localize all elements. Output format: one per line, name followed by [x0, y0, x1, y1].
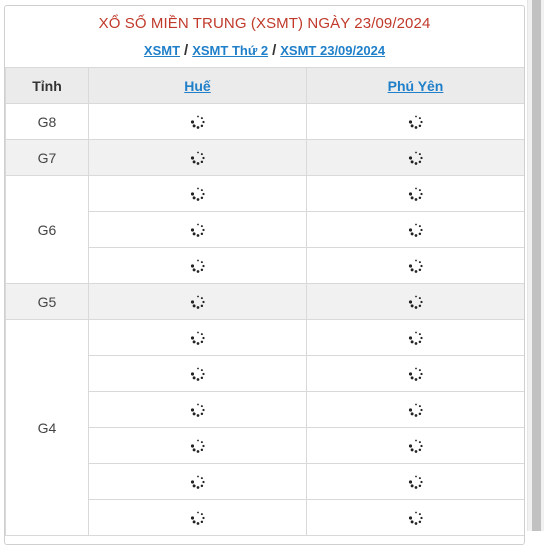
breadcrumb-link-xsmt-thu-2[interactable]: XSMT Thứ 2 — [192, 43, 268, 58]
loading-spinner-icon — [190, 365, 206, 381]
loading-spinner-icon — [190, 329, 206, 345]
loading-spinner-icon — [408, 149, 424, 165]
result-cell — [306, 139, 524, 176]
table-row: G6 — [5, 175, 524, 284]
vertical-scrollbar[interactable] — [527, 0, 544, 531]
loading-spinner-icon — [408, 437, 424, 453]
result-cell — [88, 283, 307, 320]
loading-spinner-icon — [190, 149, 206, 165]
loading-spinner-icon — [408, 221, 424, 237]
result-cell — [306, 175, 524, 212]
result-cell — [88, 463, 307, 500]
loading-spinner-icon — [408, 365, 424, 381]
prize-label: G6 — [5, 175, 89, 284]
loading-spinner-icon — [190, 293, 206, 309]
loading-spinner-icon — [190, 473, 206, 489]
column-header-hue: Huế — [88, 67, 307, 104]
result-cell — [306, 499, 524, 536]
loading-spinner-icon — [408, 509, 424, 525]
scrollbar-thumb[interactable] — [532, 0, 541, 531]
result-cell — [306, 319, 524, 356]
column-header-phu-yen: Phú Yên — [306, 67, 524, 104]
loading-spinner-icon — [190, 401, 206, 417]
loading-spinner-icon — [190, 257, 206, 273]
loading-spinner-icon — [190, 221, 206, 237]
loading-spinner-icon — [408, 329, 424, 345]
result-cell — [306, 103, 524, 140]
prize-label: G5 — [5, 283, 89, 320]
table-row: G7 — [5, 139, 524, 176]
breadcrumb-link-xsmt[interactable]: XSMT — [144, 43, 180, 58]
result-cell — [306, 211, 524, 248]
loading-spinner-icon — [190, 185, 206, 201]
table-header-row: Tỉnh Huế Phú Yên — [5, 67, 524, 104]
result-cell — [88, 319, 307, 356]
result-cell — [306, 355, 524, 392]
prize-label: G7 — [5, 139, 89, 176]
results-panel: XỔ SỐ MIỀN TRUNG (XSMT) NGÀY 23/09/2024 … — [4, 5, 525, 545]
breadcrumb-link-xsmt-date[interactable]: XSMT 23/09/2024 — [280, 43, 385, 58]
table-row: G5 — [5, 283, 524, 320]
prize-label: G8 — [5, 103, 89, 140]
result-cell — [88, 175, 307, 212]
results-table: Tỉnh Huế Phú Yên G8 G7 G6 G5 G4 — [5, 67, 524, 536]
loading-spinner-icon — [408, 257, 424, 273]
result-cell — [88, 499, 307, 536]
loading-spinner-icon — [408, 293, 424, 309]
loading-spinner-icon — [408, 401, 424, 417]
breadcrumb: XSMT / XSMT Thứ 2/XSMT 23/09/2024 — [5, 41, 524, 67]
prize-label: G4 — [5, 319, 89, 536]
column-header-province: Tỉnh — [5, 67, 89, 104]
result-cell — [306, 391, 524, 428]
loading-spinner-icon — [190, 113, 206, 129]
result-cell — [306, 427, 524, 464]
loading-spinner-icon — [190, 509, 206, 525]
result-cell — [88, 391, 307, 428]
page-title: XỔ SỐ MIỀN TRUNG (XSMT) NGÀY 23/09/2024 — [98, 15, 431, 32]
province-link-hue[interactable]: Huế — [184, 78, 210, 94]
loading-spinner-icon — [408, 113, 424, 129]
result-cell — [88, 103, 307, 140]
loading-spinner-icon — [190, 437, 206, 453]
breadcrumb-separator: / — [272, 42, 277, 59]
province-link-phu-yen[interactable]: Phú Yên — [388, 78, 444, 94]
result-cell — [88, 211, 307, 248]
result-cell — [88, 427, 307, 464]
result-cell — [88, 355, 307, 392]
loading-spinner-icon — [408, 185, 424, 201]
breadcrumb-separator: / — [184, 42, 189, 59]
table-row: G8 — [5, 103, 524, 140]
result-cell — [88, 139, 307, 176]
result-cell — [306, 247, 524, 284]
result-cell — [306, 463, 524, 500]
result-cell — [306, 283, 524, 320]
loading-spinner-icon — [408, 473, 424, 489]
result-cell — [88, 247, 307, 284]
table-row: G4 — [5, 319, 524, 536]
